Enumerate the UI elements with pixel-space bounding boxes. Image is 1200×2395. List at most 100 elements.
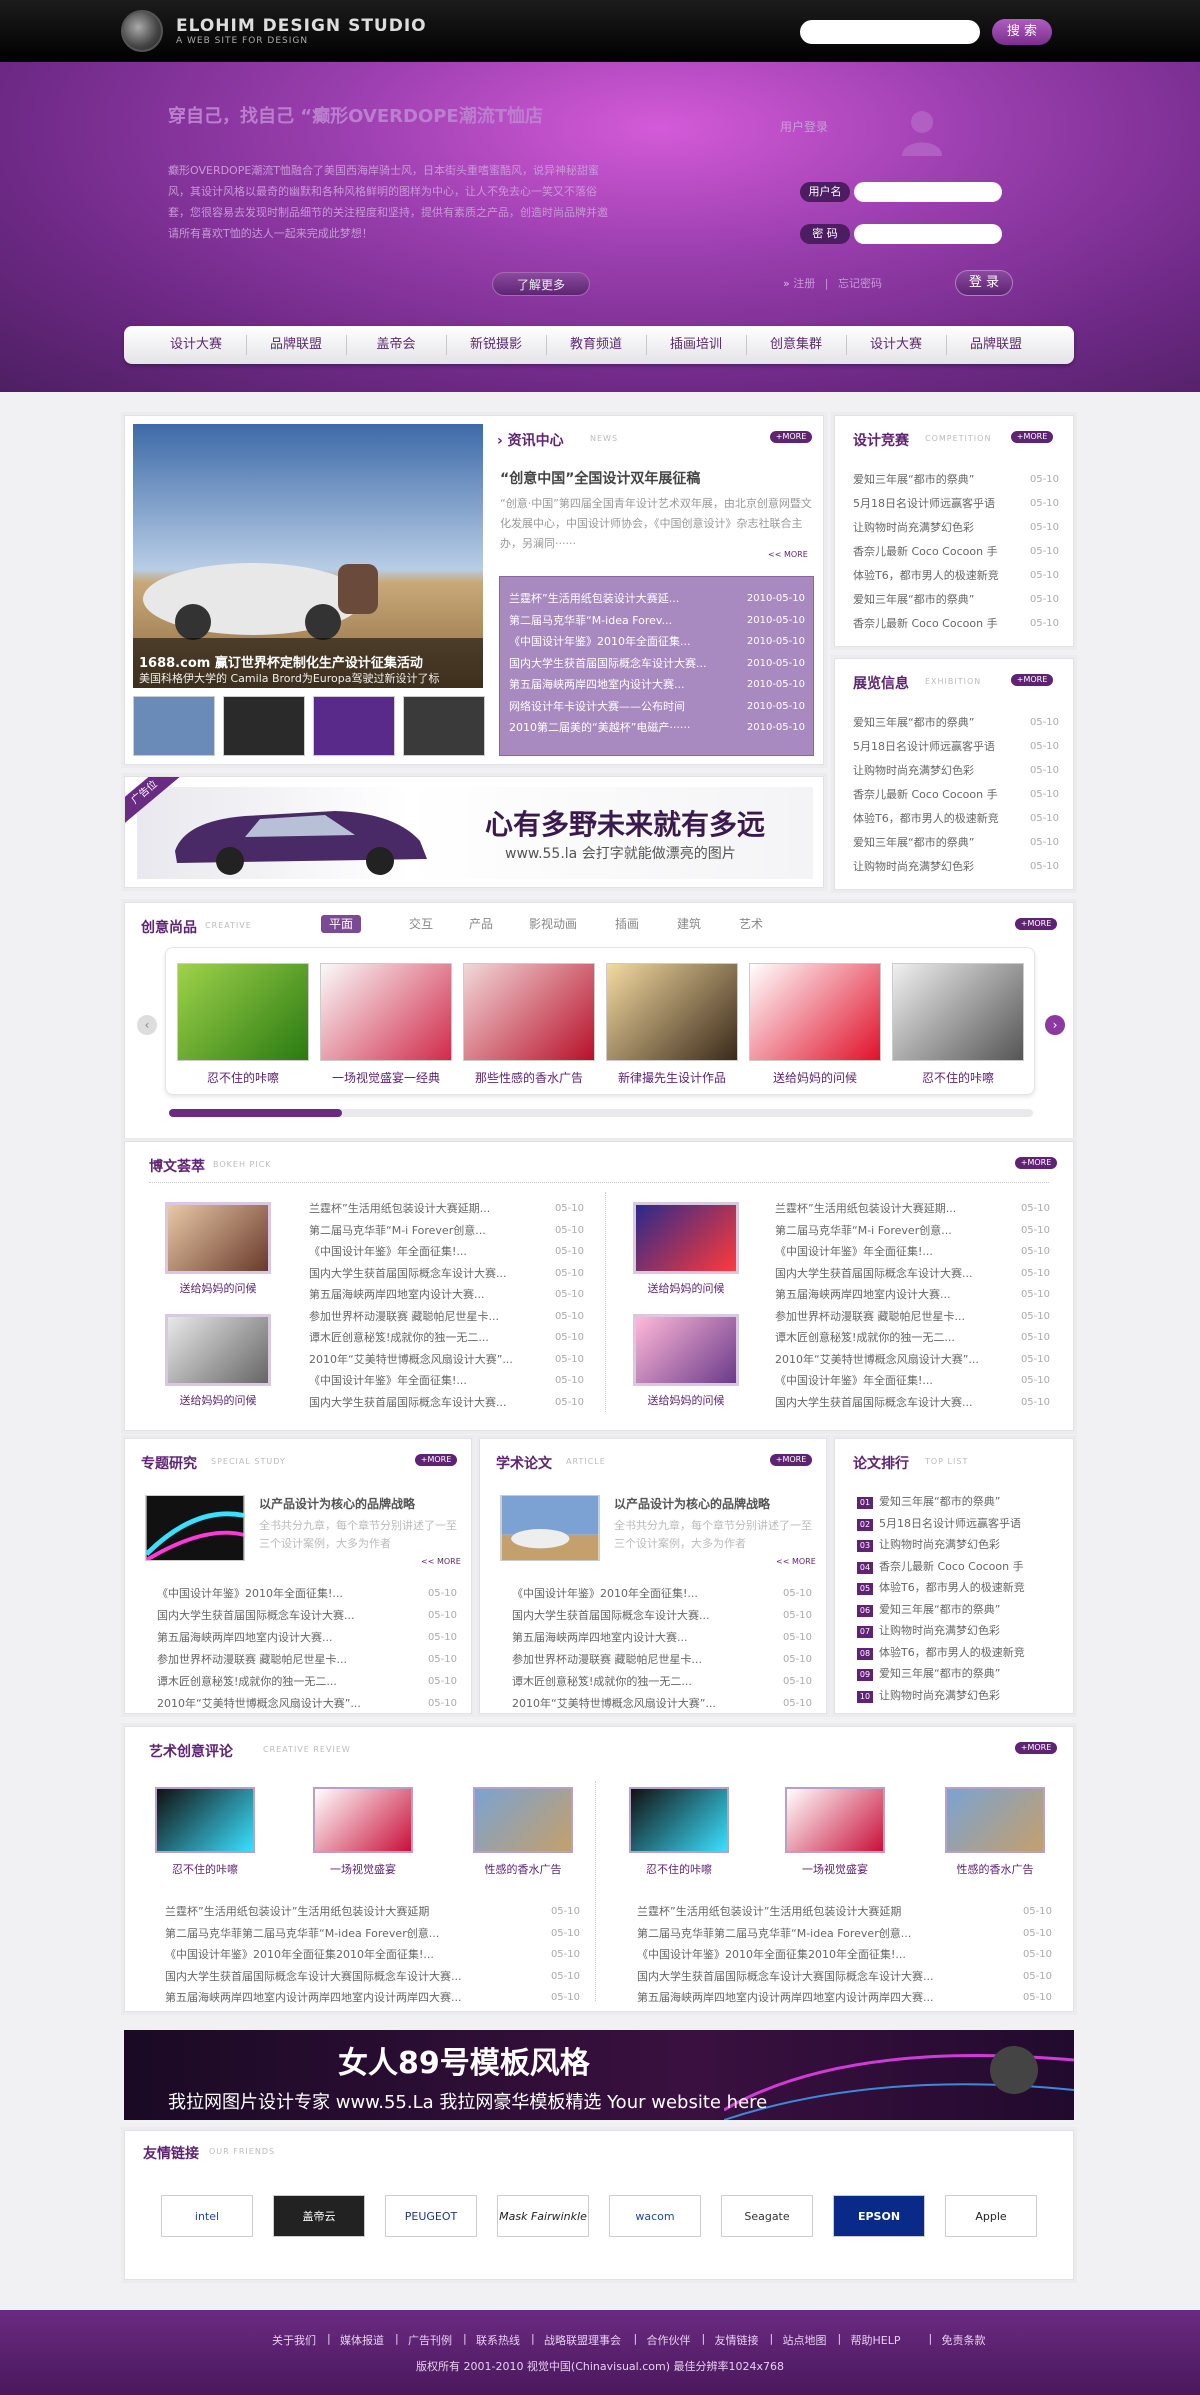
list-item-title[interactable]: 让购物时尚充满梦幻色彩 <box>853 759 974 783</box>
friend-logo-3[interactable]: Mask Fairwinkle <box>497 2195 589 2237</box>
feature-photo[interactable] <box>133 424 483 688</box>
review-thumb[interactable] <box>155 1787 255 1853</box>
list-item[interactable]: 《中国设计年鉴》2010年全面征集!... 05-10 <box>147 1583 457 1605</box>
review-thumb[interactable] <box>629 1787 729 1853</box>
list-item[interactable]: 第五届海峡两岸四地室内设计两岸四地室内设计两岸四大赛... 05-10 <box>627 1987 1052 2009</box>
nav-item[interactable]: 设计大赛 <box>146 326 246 364</box>
list-item-title[interactable]: 5月18日名设计师远赢客乎语 <box>853 735 995 759</box>
special-thumb[interactable] <box>145 1495 245 1561</box>
list-item[interactable]: 参加世界杯动漫联赛 藏聪帕尼世星卡... 05-10 <box>502 1649 812 1671</box>
list-item[interactable]: 第二届马克华菲第二届马克华菲“M-idea Forever创意... 05-10 <box>627 1923 1052 1945</box>
list-item[interactable]: 让购物时尚充满梦幻色彩 05-10 <box>853 516 1059 540</box>
list-item[interactable]: 让购物时尚充满梦幻色彩 05-10 <box>853 855 1059 879</box>
creative-thumb[interactable] <box>463 963 595 1061</box>
list-item[interactable]: 香奈儿最新 Coco Cocoon 手 05-10 <box>853 783 1059 807</box>
ad-banner-template[interactable]: 女人89号模板风格 我拉网图片设计专家 www.55.La 我拉网豪华模板精选 … <box>124 2030 1074 2120</box>
rank-item[interactable]: 10 让购物时尚充满梦幻色彩 <box>857 1685 1063 1707</box>
list-item-title[interactable]: 兰霆杯”生活用纸包装设计”生活用纸包装设计大赛延期 <box>165 1901 429 1923</box>
list-item-title[interactable]: 爱知三年展“都市的祭典” <box>853 711 974 735</box>
list-item[interactable]: 爱知三年展“都市的祭典” 05-10 <box>853 588 1059 612</box>
list-item-title[interactable]: 兰霆杯”生活用纸包装设计”生活用纸包装设计大赛延期 <box>637 1901 901 1923</box>
blog-thumb[interactable] <box>165 1314 271 1386</box>
list-item[interactable]: 国内大学生获首届国际概念车设计大赛... 05-10 <box>299 1263 584 1285</box>
summary-more-link[interactable]: << MORE <box>768 550 808 559</box>
special-more-button[interactable]: +MORE <box>415 1454 457 1466</box>
list-item-title[interactable]: 香奈儿最新 Coco Cocoon 手 <box>853 540 998 564</box>
list-item-title[interactable]: 第五届海峡两岸四地室内设计两岸四地室内设计两岸四大赛... <box>637 1987 934 2009</box>
list-item-title[interactable]: 第五届海峡两岸四地室内设计大赛... <box>147 1627 333 1649</box>
rank-item[interactable]: 09 爱知三年展“都市的祭典” <box>857 1663 1063 1685</box>
list-item[interactable]: 体验T6，都市男人的极速新竞 05-10 <box>853 564 1059 588</box>
review-caption[interactable]: 性感的香水广告 <box>935 1861 1055 1877</box>
rank-item[interactable]: 02 5月18日名设计师远赢客乎语 <box>857 1513 1063 1535</box>
review-caption[interactable]: 一场视觉盛宴 <box>775 1861 895 1877</box>
learn-more-button[interactable]: 了解更多 <box>492 272 590 296</box>
list-item[interactable]: 国内大学生获首届国际概念车设计大赛... 05-10 <box>765 1392 1050 1414</box>
list-item[interactable]: 兰霆杯”生活用纸包装设计大赛延期... 05-10 <box>299 1198 584 1220</box>
creative-caption[interactable]: 忍不住的咔嚓 <box>892 1069 1024 1086</box>
forgot-password-link[interactable]: 忘记密码 <box>838 277 882 290</box>
list-item-title[interactable]: 第五届海峡两岸四地室内设计大赛... <box>509 674 685 696</box>
carousel-prev-button[interactable]: ‹ <box>137 1015 157 1035</box>
list-item-title[interactable]: 谭木匠创意秘笈!成就你的独一无二... <box>147 1671 337 1693</box>
list-item-title[interactable]: 《中国设计年鉴》2010年全面征集!... <box>502 1583 698 1605</box>
list-item[interactable]: 爱知三年展“都市的祭典” 05-10 <box>853 831 1059 855</box>
password-input[interactable] <box>854 224 1002 244</box>
list-item-title[interactable]: 参加世界杯动漫联赛 藏聪帕尼世星卡... <box>309 1310 499 1323</box>
friend-logo-0[interactable]: intel <box>161 2195 253 2237</box>
list-item[interactable]: 第二届马克华菲“M-i Forever创意... 05-10 <box>765 1220 1050 1242</box>
blog-more-button[interactable]: +MORE <box>1015 1157 1057 1169</box>
nav-item[interactable]: 新锐摄影 <box>446 326 546 364</box>
list-item[interactable]: 5月18日名设计师远赢客乎语 05-10 <box>853 735 1059 759</box>
list-item[interactable]: 香奈儿最新 Coco Cocoon 手 05-10 <box>853 540 1059 564</box>
list-item-title[interactable]: 第五届海峡两岸四地室内设计大赛... <box>775 1288 951 1301</box>
list-item-title[interactable]: 《中国设计年鉴》年全面征集!... <box>309 1245 467 1258</box>
tab-0[interactable]: 平面 <box>321 915 362 933</box>
news-thumb[interactable] <box>223 696 305 756</box>
creative-more-button[interactable]: +MORE <box>1015 918 1057 930</box>
list-item-title[interactable]: 国内大学生获首届国际概念车设计大赛... <box>509 653 707 675</box>
list-item-title[interactable]: 2010年“艾美特世博概念风扇设计大赛”... <box>309 1353 513 1366</box>
list-item[interactable]: 谭木匠创意秘笈!成就你的独一无二... 05-10 <box>299 1327 584 1349</box>
article-thumb[interactable] <box>500 1495 600 1561</box>
list-item-title[interactable]: 《中国设计年鉴》2010年全面征集2010年全面征集!... <box>637 1944 906 1966</box>
footer-link[interactable]: 友情链接 <box>715 2332 759 2348</box>
rank-title[interactable]: 让购物时尚充满梦幻色彩 <box>879 1538 1000 1551</box>
list-item-title[interactable]: 《中国设计年鉴》年全面征集!... <box>775 1245 933 1258</box>
logo-icon[interactable] <box>121 10 163 52</box>
blog-caption[interactable]: 送给妈妈的问候 <box>633 1280 739 1296</box>
friend-logo-2[interactable]: PEUGEOT <box>385 2195 477 2237</box>
rank-title[interactable]: 爱知三年展“都市的祭典” <box>879 1667 1000 1680</box>
list-item-title[interactable]: 谭木匠创意秘笈!成就你的独一无二... <box>502 1671 692 1693</box>
creative-caption[interactable]: 一场视觉盛宴一经典 <box>320 1069 452 1086</box>
rank-title[interactable]: 体验T6，都市男人的极速新竞 <box>879 1646 1025 1659</box>
news-thumb[interactable] <box>403 696 485 756</box>
special-headline[interactable]: 以产品设计为核心的品牌战略 <box>259 1495 415 1512</box>
list-item[interactable]: 谭木匠创意秘笈!成就你的独一无二... 05-10 <box>765 1327 1050 1349</box>
tab-6[interactable]: 艺术 <box>731 915 771 933</box>
list-item[interactable]: 参加世界杯动漫联赛 藏聪帕尼世星卡... 05-10 <box>299 1306 584 1328</box>
site-title[interactable]: ELOHIM DESIGN STUDIO <box>176 16 427 36</box>
list-item[interactable]: 《中国设计年鉴》年全面征集!... 05-10 <box>299 1370 584 1392</box>
list-item[interactable]: 兰霆杯”生活用纸包装设计大赛延... 2010-05-10 <box>509 588 805 610</box>
list-item[interactable]: 体验T6，都市男人的极速新竞 05-10 <box>853 807 1059 831</box>
article-headline[interactable]: 以产品设计为核心的品牌战略 <box>614 1495 770 1512</box>
footer-link[interactable]: 战略联盟理事会 <box>544 2332 621 2348</box>
rank-item[interactable]: 06 爱知三年展“都市的祭典” <box>857 1599 1063 1621</box>
list-item-title[interactable]: 国内大学生获首届国际概念车设计大赛... <box>775 1396 973 1409</box>
search-input[interactable] <box>800 20 980 44</box>
rank-title[interactable]: 让购物时尚充满梦幻色彩 <box>879 1624 1000 1637</box>
list-item[interactable]: 国内大学生获首届国际概念车设计大赛... 05-10 <box>299 1392 584 1414</box>
exhibit-more-button[interactable]: +MORE <box>1011 674 1053 686</box>
list-item[interactable]: 5月18日名设计师远赢客乎语 05-10 <box>853 492 1059 516</box>
list-item-title[interactable]: 兰霆杯”生活用纸包装设计大赛延期... <box>309 1202 490 1215</box>
nav-item[interactable]: 品牌联盟 <box>946 326 1046 364</box>
blog-thumb[interactable] <box>165 1202 271 1274</box>
rank-item[interactable]: 08 体验T6，都市男人的极速新竞 <box>857 1642 1063 1664</box>
list-item-title[interactable]: 《中国设计年鉴》2010年全面征集2010年全面征集!... <box>165 1944 434 1966</box>
special-more-link[interactable]: << MORE <box>421 1557 461 1566</box>
nav-item[interactable]: 插画培训 <box>646 326 746 364</box>
footer-link[interactable]: 媒体报道 <box>340 2332 384 2348</box>
list-item-title[interactable]: 国内大学生获首届国际概念车设计大赛... <box>147 1605 355 1627</box>
ad-banner-car[interactable]: 广告位 心有多野未来就有多远 www.55.la 会打字就能做漂亮的图片 <box>124 776 824 888</box>
